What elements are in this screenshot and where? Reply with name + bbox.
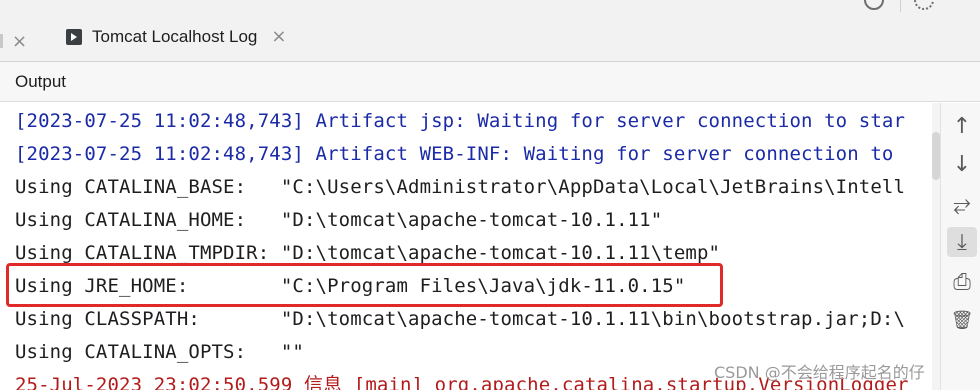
log-line: Using CATALINA_OPTS: "" — [15, 341, 304, 363]
tab-tomcat-localhost-log[interactable]: Tomcat Localhost Log × — [56, 12, 286, 62]
soft-wrap-icon[interactable]: ⥂ — [947, 189, 977, 219]
console-icon — [66, 29, 82, 45]
scrollbar-thumb[interactable] — [932, 132, 940, 180]
output-label: Output — [15, 72, 67, 91]
top-toolbar-strip — [0, 0, 980, 12]
trash-icon[interactable]: 🗑 — [947, 305, 977, 335]
tab-close-icon[interactable]: × — [271, 27, 286, 47]
scroll-to-end-icon[interactable]: ⤓ — [947, 227, 977, 257]
tab-label: Tomcat Localhost Log — [92, 27, 258, 46]
log-line: [2023-07-25 11:02:48,743] Artifact WEB-I… — [15, 143, 894, 165]
up-arrow-icon[interactable]: ↑ — [947, 111, 977, 141]
log-line: [2023-07-25 11:02:48,743] Artifact jsp: … — [15, 110, 906, 132]
previous-tab-edge[interactable] — [0, 34, 3, 48]
tab-bar: × Tomcat Localhost Log × — [0, 12, 980, 62]
previous-tab-close-icon[interactable]: × — [12, 32, 27, 52]
console-output[interactable]: [2023-07-25 11:02:48,743] Artifact jsp: … — [0, 103, 940, 390]
log-line: Using CATALINA_TMPDIR: "D:\tomcat\apache… — [15, 242, 721, 264]
toolbar-divider — [900, 0, 901, 12]
highlight-annotation-box — [6, 263, 723, 307]
log-line: Using CATALINA_HOME: "D:\tomcat\apache-t… — [15, 209, 663, 231]
log-line: Using CATALINA_BASE: "C:\Users\Administr… — [15, 176, 906, 198]
output-header: Output — [0, 62, 980, 102]
down-arrow-icon[interactable]: ↓ — [947, 149, 977, 179]
log-line: Using CLASSPATH: "D:\tomcat\apache-tomca… — [15, 308, 906, 330]
console-side-toolbar: ↑ ↓ ⥂ ⤓ ⎙ 🗑 — [940, 103, 980, 390]
watermark: CSDN @不会给程序起名的仔 — [714, 363, 925, 382]
print-icon[interactable]: ⎙ — [947, 267, 977, 297]
